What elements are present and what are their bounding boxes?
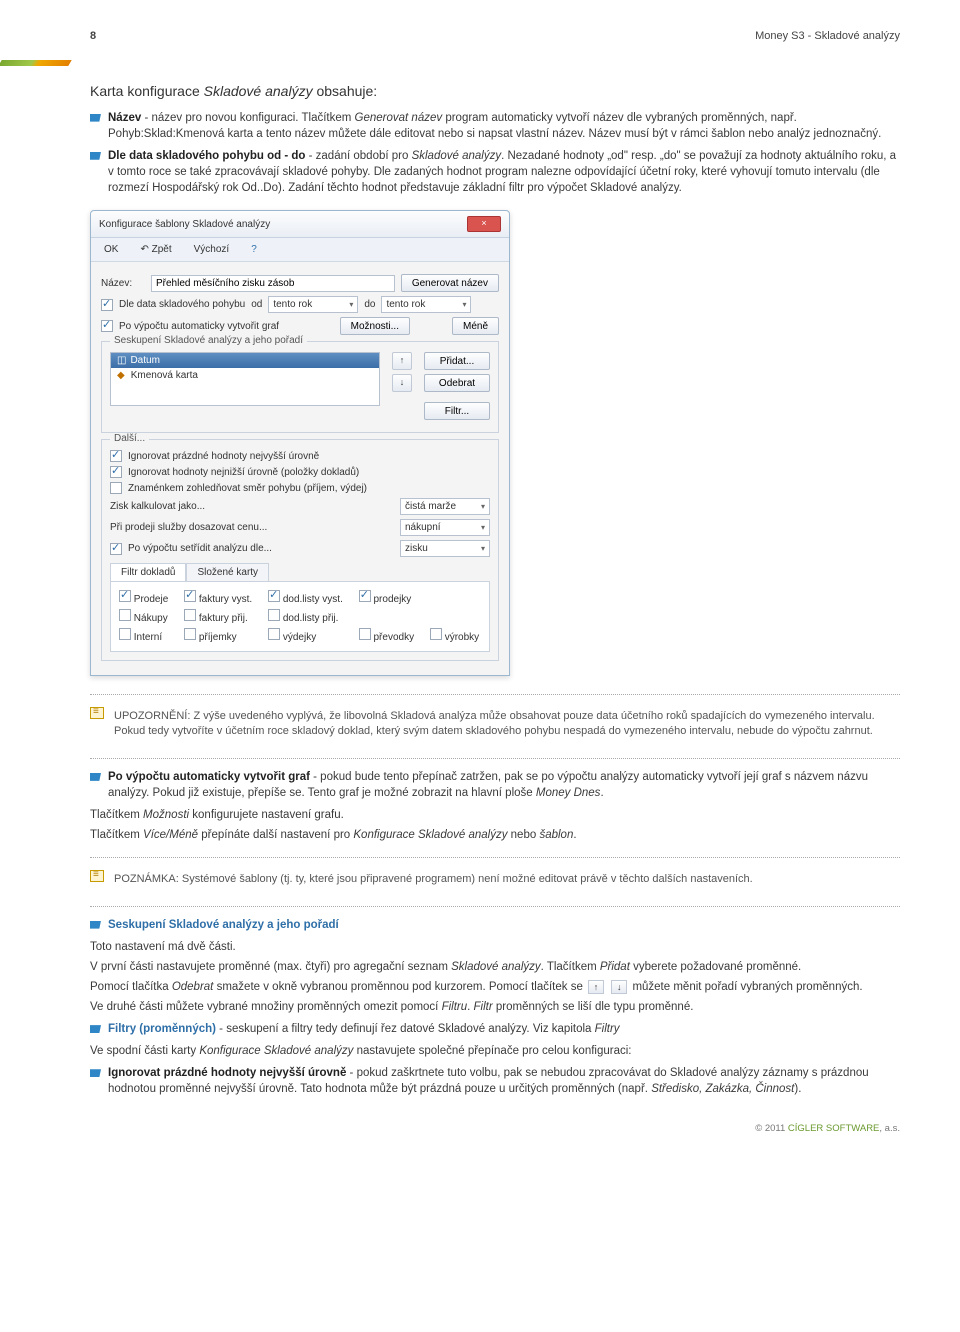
chk-sign[interactable] [110,482,122,494]
doc-title: Money S3 - Skladové analýzy [755,30,900,42]
dialog-toolbar: OK ↶ Zpět Výchozí ? [91,238,509,262]
decorative-stripe [0,60,70,66]
note-warning: UPOZORNĚNÍ: Z výše uvedeného vyplývá, že… [90,705,900,744]
book-icon [90,707,104,719]
calendar-icon: ◫ [117,355,126,366]
tab-body: Prodeje faktury vyst. dod.listy vyst. pr… [110,581,490,652]
book-icon [90,870,104,882]
p-first: V první části nastavujete proměnné (max.… [90,959,900,975]
sort-select[interactable]: zisku▾ [400,540,490,557]
generate-name-button[interactable]: Generovat název [401,274,499,292]
divider [90,857,900,858]
divider [90,694,900,695]
move-up-icon[interactable]: ↑ [392,352,412,370]
tab-filter[interactable]: Filtr dokladů [110,563,186,581]
move-down-icon: ↓ [611,980,627,994]
p-more: Tlačítkem Více/Méně přepínáte další nast… [90,827,900,843]
dialog-screenshot: Konfigurace šablony Skladové analýzy × O… [90,210,510,676]
p-odebrat: Pomocí tlačítka Odebrat smažete v okně v… [90,979,900,995]
bullet-nazev: Název - název pro novou konfiguraci. Tla… [90,110,900,142]
default-button[interactable]: Výchozí [187,242,237,257]
list-item[interactable]: ◆Kmenová karta [111,368,379,383]
bullet-ignore: Ignorovat prázdné hodnoty nejvyšší úrovn… [90,1065,900,1097]
remove-button[interactable]: Odebrat [424,374,490,392]
p-bottom: Ve spodní části karty Konfigurace Sklado… [90,1043,900,1059]
move-up-icon: ↑ [588,980,604,994]
chk-sort[interactable] [110,543,122,555]
intro-title: Karta konfigurace Skladové analýzy obsah… [90,82,900,102]
close-icon[interactable]: × [467,216,501,232]
options-button[interactable]: Možnosti... [340,317,410,335]
grouping-list[interactable]: ◫Datum ◆Kmenová karta [110,352,380,406]
name-label: Název: [101,278,145,289]
help-icon[interactable]: ? [244,242,264,257]
bullet-dle-data: Dle data skladového pohybu od - do - zad… [90,148,900,196]
move-down-icon[interactable]: ↓ [392,374,412,392]
divider [90,906,900,907]
page-footer: © 2011 CÍGLER SOFTWARE, a.s. [90,1123,900,1134]
dialog-titlebar: Konfigurace šablony Skladové analýzy × [91,211,509,238]
bullet-filtry: Filtry (proměnných) - seskupení a filtry… [90,1021,900,1037]
add-button[interactable]: Přidat... [424,352,490,370]
chk-ig2[interactable] [110,466,122,478]
grouping-box: Seskupení Skladové analýzy a jeho pořadí… [101,341,499,433]
p-options: Tlačítkem Možnosti konfigurujete nastave… [90,807,900,823]
graph-checkbox[interactable] [101,320,113,332]
bullet-seskupeni: Seskupení Skladové analýzy a jeho pořadí [90,917,900,933]
p-second: Ve druhé části můžete vybrané množiny pr… [90,999,900,1015]
zisk-select[interactable]: čistá marže▾ [400,498,490,515]
dialog-title: Konfigurace šablony Skladové analýzy [99,219,270,230]
bullet-graph: Po výpočtu automaticky vytvořit graf - p… [90,769,900,801]
od-select[interactable]: tento rok▾ [268,296,358,313]
page-header: 8 Money S3 - Skladové analýzy [90,30,900,42]
name-input[interactable] [151,275,395,292]
divider [90,758,900,759]
tab-composed[interactable]: Složené karty [186,563,269,581]
do-select[interactable]: tento rok▾ [381,296,471,313]
note-info: POZNÁMKA: Systémové šablony (tj. ty, kte… [90,868,900,891]
p-two: Toto nastavení má dvě části. [90,939,900,955]
cena-select[interactable]: nákupní▾ [400,519,490,536]
ok-button[interactable]: OK [97,242,125,257]
card-icon: ◆ [117,370,125,381]
less-button[interactable]: Méně [452,317,499,335]
more-box: Další... Ignorovat prázdné hodnoty nejvy… [101,439,499,661]
chk-ig1[interactable] [110,450,122,462]
page-number: 8 [90,30,96,42]
date-checkbox[interactable] [101,299,113,311]
filter-button[interactable]: Filtr... [424,402,490,420]
back-button[interactable]: ↶ Zpět [133,242,178,257]
